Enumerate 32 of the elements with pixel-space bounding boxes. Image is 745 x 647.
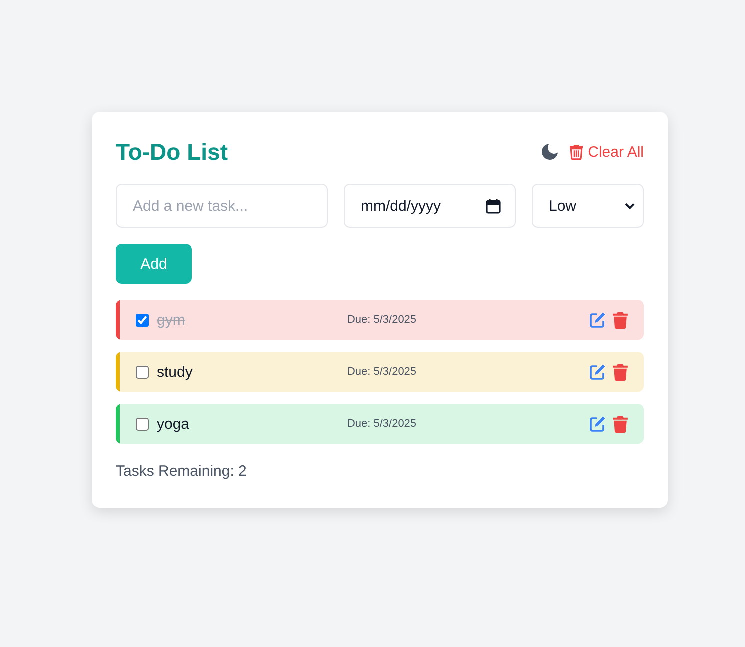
edit-button[interactable] — [590, 416, 606, 432]
delete-button[interactable] — [613, 416, 628, 432]
clear-all-button[interactable]: Clear All — [570, 144, 644, 160]
due-date: Due: 5/3/2025 — [347, 366, 417, 378]
task-checkbox[interactable] — [136, 418, 149, 430]
task-text: gym — [157, 312, 186, 328]
edit-button[interactable] — [590, 364, 606, 380]
task-input[interactable]: Add a new task... — [116, 184, 328, 228]
task-checkbox[interactable] — [136, 366, 149, 378]
task-checkbox[interactable] — [136, 314, 149, 326]
trash-icon — [613, 364, 628, 380]
edit-icon — [590, 312, 606, 328]
theme-toggle-button[interactable] — [542, 144, 558, 160]
chevron-down-icon — [625, 202, 635, 210]
app-title: To-Do List — [116, 138, 228, 166]
calendar-icon — [486, 198, 501, 214]
trash-icon — [570, 144, 584, 160]
trash-icon — [613, 312, 628, 328]
due-date: Due: 5/3/2025 — [347, 314, 417, 326]
due-date: Due: 5/3/2025 — [347, 418, 417, 430]
task-text: yoga — [157, 416, 190, 432]
task-text: study — [157, 364, 193, 380]
edit-icon — [590, 416, 606, 432]
edit-button[interactable] — [590, 312, 606, 328]
moon-icon — [542, 144, 558, 160]
priority-select[interactable]: Low — [532, 184, 644, 228]
edit-icon — [590, 364, 606, 380]
trash-icon — [613, 416, 628, 432]
delete-button[interactable] — [613, 364, 628, 380]
tasks-remaining: Tasks Remaining: 2 — [116, 462, 248, 482]
date-input[interactable]: mm/dd/yyyy — [344, 184, 516, 228]
delete-button[interactable] — [613, 312, 628, 328]
